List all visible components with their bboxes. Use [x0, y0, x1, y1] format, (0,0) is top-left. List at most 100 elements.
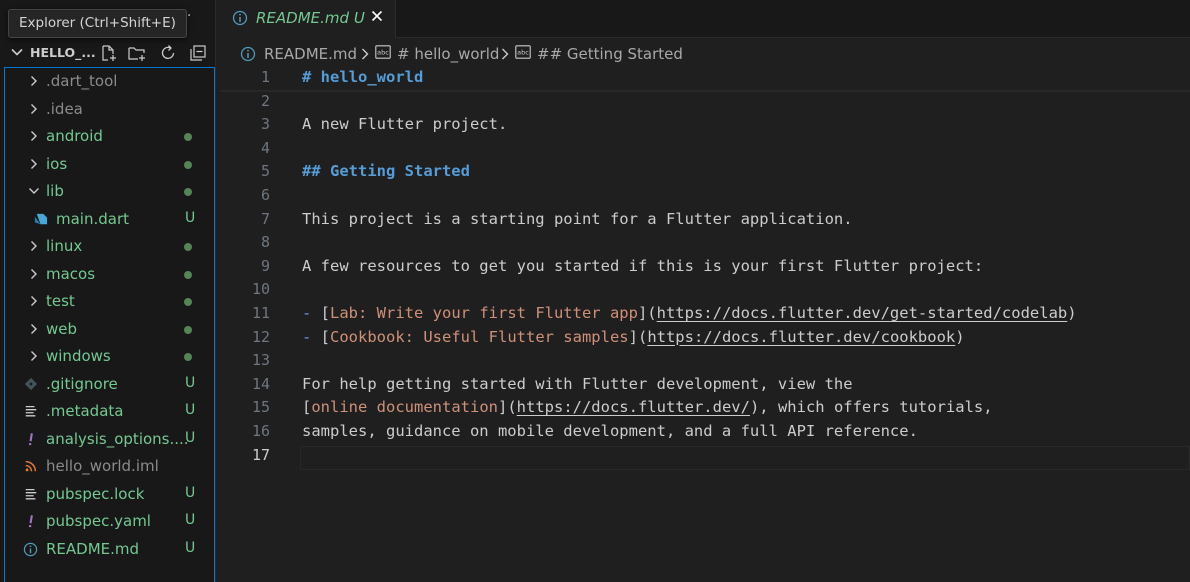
code-token: ## Getting Started: [302, 162, 470, 181]
git-status-dot: [184, 160, 192, 169]
tree-folder[interactable]: android: [5, 123, 214, 150]
tree-file[interactable]: hello_world.iml: [5, 453, 214, 480]
line-number: 7: [260, 209, 270, 228]
tab-readme[interactable]: README.md U: [216, 0, 396, 38]
git-status-badge: U: [185, 484, 196, 501]
line-number: 16: [251, 422, 270, 440]
tree-folder[interactable]: web: [5, 316, 214, 343]
tree-item-label: linux: [46, 237, 83, 255]
git-status-badge: U: [185, 374, 196, 391]
code-token: A new Flutter project.: [302, 115, 508, 134]
chevron-right-icon: [31, 323, 37, 334]
tree-folder[interactable]: .dart_tool: [5, 68, 214, 95]
line-number: 12: [251, 327, 270, 346]
string-symbol-icon: abc: [375, 45, 391, 59]
code-line: - [Lab: Write your first Flutter app](ht…: [302, 304, 1077, 322]
line-number: 14: [251, 374, 270, 393]
tree-item-label: windows: [46, 347, 111, 365]
string-symbol-icon: abc: [515, 45, 531, 59]
tree-folder[interactable]: macos: [5, 261, 214, 288]
chevron-right-icon: [31, 76, 37, 86]
breadcrumb-heading-1[interactable]: # hello_world: [397, 45, 499, 63]
line-number: 11: [251, 304, 270, 322]
git-status-dot: [184, 188, 192, 196]
line-number: 9: [260, 256, 270, 275]
tree-item-label: lib: [46, 182, 64, 200]
code-token: -: [302, 327, 321, 346]
code-token: # hello_world: [302, 68, 424, 86]
code-line: ## Getting Started: [302, 162, 470, 180]
code-token: [: [320, 304, 331, 322]
code-token: ): [1067, 304, 1077, 322]
line-number: 6: [260, 186, 270, 204]
code-token: A few resources to get you started if th…: [302, 256, 984, 275]
yaml-icon: [23, 514, 38, 529]
close-icon[interactable]: [369, 8, 385, 24]
breadcrumb-heading-2[interactable]: ## Getting Started: [537, 45, 683, 63]
collapse-all-icon[interactable]: [189, 44, 207, 62]
markdown-link-url[interactable]: https://docs.flutter.dev/: [517, 398, 750, 416]
tree-item-label: .metadata: [46, 402, 124, 420]
info-icon: [240, 46, 256, 62]
project-folder-header[interactable]: HELLO_...: [0, 40, 215, 66]
current-line-highlight: [300, 446, 1190, 470]
lines-icon: [23, 404, 38, 419]
code-line: This project is a starting point for a F…: [302, 210, 853, 228]
svg-text:abc: abc: [377, 49, 389, 57]
chevron-right-icon: [31, 241, 37, 251]
tree-folder[interactable]: test: [5, 288, 214, 315]
rss-icon: [23, 459, 38, 474]
tree-folder[interactable]: lib: [5, 178, 214, 205]
code-editor[interactable]: 1 # hello_world 2 3 A new Flutter project. 4 5…: [216, 66, 1190, 582]
refresh-icon[interactable]: [159, 44, 177, 62]
tree-file[interactable]: analysis_options.... U: [5, 426, 214, 453]
markdown-link-text: Lab: Write your first Flutter app: [330, 304, 638, 322]
new-file-icon[interactable]: [99, 44, 117, 62]
tree-file[interactable]: pubspec.lock U: [5, 481, 214, 508]
code-token: ](: [628, 327, 648, 346]
svg-text:abc: abc: [517, 49, 529, 57]
tab-status-badge: U: [353, 9, 365, 27]
markdown-link-url[interactable]: https://docs.flutter.dev/get-started/cod…: [657, 304, 1068, 322]
line-number: 2: [260, 91, 270, 110]
breadcrumb-file[interactable]: README.md: [264, 45, 357, 63]
code-line: [online documentation](https://docs.flut…: [302, 398, 993, 416]
tree-file[interactable]: .gitignore U: [5, 371, 214, 398]
line-number: 17: [251, 445, 270, 464]
code-line: # hello_world: [302, 68, 423, 86]
line-number: 13: [251, 351, 270, 370]
code-line: For help getting started with Flutter de…: [302, 375, 853, 393]
code-token: ](: [497, 398, 517, 417]
chevron-right-icon: [502, 48, 509, 60]
git-status-badge: U: [185, 539, 196, 556]
git-status-dot: [184, 353, 192, 361]
tree-item-label: ios: [46, 154, 68, 173]
chevron-right-icon: [31, 351, 37, 361]
file-tree: .dart_tool .idea android ios lib main.dart U li…: [4, 67, 215, 582]
dart-icon: [33, 212, 48, 227]
code-line: samples, guidance on mobile development,…: [302, 422, 918, 440]
new-folder-icon[interactable]: [128, 44, 146, 62]
tree-folder[interactable]: .idea: [5, 96, 214, 123]
line-number: 15: [251, 398, 270, 417]
yaml-icon: [23, 432, 38, 447]
code-token: ), which offers tutorials,: [749, 398, 993, 417]
explorer-sidebar: ··· Explorer (Ctrl+Shift+E) HELLO_... .d…: [0, 0, 216, 582]
tree-folder[interactable]: windows: [5, 343, 214, 370]
chevron-down-icon: [11, 48, 23, 56]
code-token: -: [302, 304, 321, 322]
project-name: HELLO_...: [30, 45, 96, 60]
chevron-right-icon: [31, 103, 37, 114]
markdown-link-url[interactable]: https://docs.flutter.dev/cookbook: [647, 328, 955, 346]
line-number: 1: [260, 68, 270, 86]
tree-file[interactable]: main.dart U: [5, 206, 214, 233]
code-token: ](: [637, 304, 657, 322]
line-number: 4: [260, 138, 270, 157]
code-token: [: [320, 327, 331, 346]
tree-file[interactable]: README.md U: [5, 536, 214, 563]
tree-file[interactable]: .metadata U: [5, 398, 214, 425]
chevron-right-icon: [362, 48, 369, 60]
tree-file[interactable]: pubspec.yaml U: [5, 508, 214, 535]
tree-folder[interactable]: linux: [5, 233, 214, 260]
tree-folder[interactable]: ios: [5, 151, 214, 178]
